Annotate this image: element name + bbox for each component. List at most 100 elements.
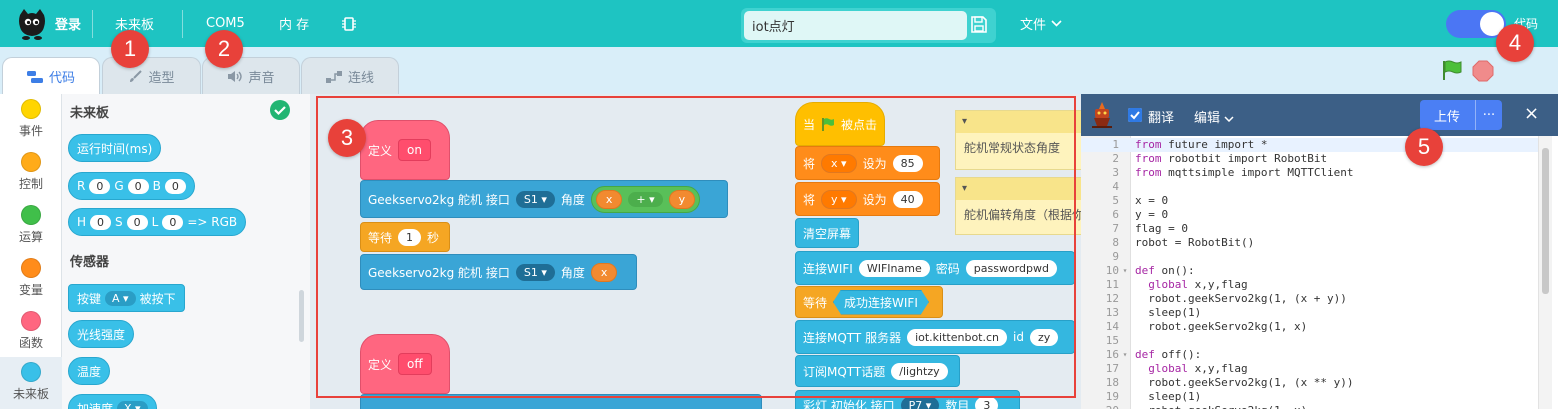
fold-icon[interactable]: ▾	[1119, 348, 1131, 362]
save-icon[interactable]	[971, 16, 987, 37]
fold-icon[interactable]	[1119, 362, 1131, 376]
code-line[interactable]: 1 from future import *	[1081, 138, 1543, 152]
login-button[interactable]: 登录	[55, 0, 81, 47]
code-line[interactable]: 13 sleep(1)	[1081, 306, 1543, 320]
value-input[interactable]: 0	[90, 214, 112, 230]
code-line[interactable]: 20 robot.geekServo2kg(1, x)	[1081, 404, 1543, 409]
line-number: 15	[1105, 334, 1119, 347]
value-input[interactable]: 0	[126, 214, 148, 230]
fold-icon[interactable]	[1119, 166, 1131, 180]
block-runtime[interactable]: 运行时间(ms)	[68, 134, 162, 162]
tab-code[interactable]: 代码	[2, 57, 100, 95]
translate-checkbox[interactable]	[1128, 108, 1142, 122]
code-line[interactable]: 4	[1081, 180, 1543, 194]
code-line[interactable]: 5 x = 0	[1081, 194, 1543, 208]
category-board[interactable]: 未来板	[0, 357, 62, 409]
code-editor[interactable]: 1 from future import * 2 from robotbit impo…	[1081, 138, 1543, 409]
project-name-box	[741, 8, 996, 43]
fold-icon[interactable]	[1119, 278, 1131, 292]
keyword: def	[1135, 348, 1155, 361]
fold-icon[interactable]	[1119, 194, 1131, 208]
line-number: 9	[1112, 250, 1119, 263]
line-number: 19	[1105, 390, 1119, 403]
code-scrollbar[interactable]	[1538, 136, 1552, 409]
code-line[interactable]: 9	[1081, 250, 1543, 264]
fold-icon[interactable]	[1119, 306, 1131, 320]
fold-icon[interactable]	[1119, 208, 1131, 222]
value-input[interactable]: 0	[89, 178, 111, 194]
fold-icon[interactable]	[1119, 138, 1131, 152]
file-menu[interactable]: 文件	[1020, 0, 1062, 47]
fold-icon[interactable]	[1119, 250, 1131, 264]
fold-icon[interactable]	[1119, 404, 1131, 409]
close-icon[interactable]: ×	[1524, 103, 1539, 124]
tab-wiring[interactable]: 连线	[301, 57, 399, 95]
fold-icon[interactable]	[1119, 376, 1131, 390]
code-line[interactable]: 19 sleep(1)	[1081, 390, 1543, 404]
line-number: 10	[1105, 264, 1119, 277]
category-variables[interactable]: 变量	[0, 253, 62, 305]
fold-icon[interactable]	[1119, 152, 1131, 166]
chip-icon[interactable]	[342, 0, 356, 47]
pin-dropdown[interactable]: P7 ▾	[900, 396, 940, 409]
fold-icon[interactable]	[1119, 180, 1131, 194]
fold-icon[interactable]	[1119, 320, 1131, 334]
code-line[interactable]: 3 from mqttsimple import MQTTClient	[1081, 166, 1543, 180]
chevron-down-icon	[1051, 20, 1062, 27]
led-count-input[interactable]: 3	[975, 396, 999, 409]
green-flag-icon[interactable]	[1441, 59, 1463, 85]
code-line[interactable]: 12 robot.geekServo2kg(1, (x + y))	[1081, 292, 1543, 306]
code-line[interactable]: 15	[1081, 334, 1543, 348]
block-label: H	[77, 215, 87, 229]
code-line[interactable]: 18 robot.geekServo2kg(1, (x ** y))	[1081, 376, 1543, 390]
block-hsl-to-rgb[interactable]: H0 S0 L0 => RGB	[68, 208, 247, 236]
code-line[interactable]: 11 global x,y,flag	[1081, 278, 1543, 292]
more-options-button[interactable]: ···	[1475, 100, 1502, 130]
code-line[interactable]: 6 y = 0	[1081, 208, 1543, 222]
block-button-pressed[interactable]: 按键 A ▾ 被按下	[68, 284, 185, 312]
code-line[interactable]: 7 flag = 0	[1081, 222, 1543, 236]
palette-scrollbar[interactable]	[299, 290, 304, 342]
edit-menu[interactable]: 编辑	[1194, 107, 1234, 126]
block-rgb[interactable]: R0 G0 B0	[68, 172, 195, 200]
code-line[interactable]: 16 ▾ def off():	[1081, 348, 1543, 362]
scrollbar-thumb[interactable]	[1542, 148, 1549, 294]
block-label: S	[115, 215, 123, 229]
value-input[interactable]: 0	[164, 178, 186, 194]
stop-icon[interactable]	[1472, 60, 1494, 86]
speaker-icon	[228, 71, 243, 82]
code-line[interactable]: 14 robot.geekServo2kg(1, x)	[1081, 320, 1543, 334]
upload-button[interactable]: 上传	[1420, 100, 1474, 130]
fold-icon[interactable]	[1119, 236, 1131, 250]
block-temperature[interactable]: 温度	[68, 357, 111, 385]
fold-icon[interactable]	[1119, 334, 1131, 348]
fold-icon[interactable]: ▾	[1119, 264, 1131, 278]
block-label: 按键	[77, 291, 102, 306]
category-control[interactable]: 控制	[0, 147, 62, 199]
code-line[interactable]: 10 ▾ def on():	[1081, 264, 1543, 278]
block-label: 数目	[945, 398, 970, 409]
fold-icon[interactable]	[1119, 292, 1131, 306]
key-dropdown[interactable]: A ▾	[105, 290, 136, 306]
axis-dropdown[interactable]: X ▾	[117, 400, 148, 409]
code-panel: 翻译 编辑 上传 ··· × 1 from future import * 2 fro…	[1081, 94, 1558, 409]
code-text: robot = RobotBit()	[1135, 236, 1255, 249]
value-input[interactable]: 0	[127, 178, 149, 194]
wiring-icon	[325, 70, 342, 83]
block-acceleration[interactable]: 加速度 X ▾	[68, 394, 157, 409]
block-label: B	[152, 179, 161, 193]
code-line[interactable]: 8 robot = RobotBit()	[1081, 236, 1543, 250]
memory-button[interactable]: 内 存	[279, 0, 309, 47]
category-functions[interactable]: 函数	[0, 306, 62, 358]
project-name-input[interactable]	[744, 11, 967, 40]
code-line[interactable]: 2 from robotbit import RobotBit	[1081, 152, 1543, 166]
annotation-badge-1: 1	[111, 30, 149, 68]
fold-icon[interactable]	[1119, 390, 1131, 404]
category-operators[interactable]: 运算	[0, 200, 62, 252]
block-light-level[interactable]: 光线强度	[68, 320, 135, 348]
value-input[interactable]: 0	[162, 214, 184, 230]
code-line[interactable]: 17 global x,y,flag	[1081, 362, 1543, 376]
code-text: global x,y,flag	[1148, 362, 1248, 375]
category-events[interactable]: 事件	[0, 94, 62, 146]
fold-icon[interactable]	[1119, 222, 1131, 236]
